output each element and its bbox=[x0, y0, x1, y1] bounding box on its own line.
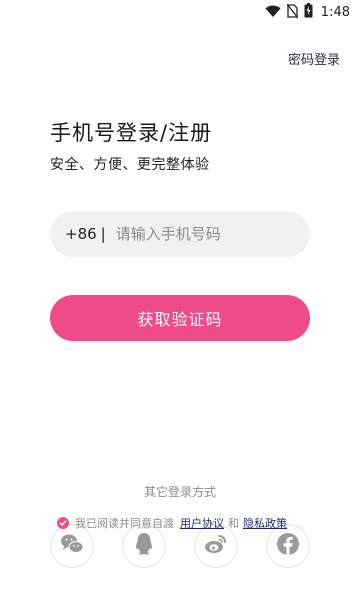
battery-charging-icon bbox=[304, 3, 313, 22]
qq-icon bbox=[134, 532, 154, 560]
agreement-and: 和 bbox=[228, 517, 239, 530]
facebook-icon bbox=[276, 532, 300, 560]
status-bar: 1:48 bbox=[0, 0, 360, 24]
privacy-policy-link[interactable]: 隐私政策 bbox=[243, 515, 287, 531]
get-verification-code-button[interactable]: 获取验证码 bbox=[50, 295, 310, 341]
page-subtitle: 安全、方便、更完整体验 bbox=[50, 157, 210, 173]
agreement-row: 我已阅读并同意自渡 用户协议 和 隐私政策 bbox=[57, 515, 287, 531]
wifi-icon bbox=[265, 3, 281, 22]
user-agreement-link[interactable]: 用户协议 bbox=[180, 515, 224, 531]
agreement-prefix: 我已阅读并同意自渡 bbox=[75, 517, 174, 530]
other-login-label: 其它登录方式 bbox=[143, 485, 216, 499]
country-code-separator: | bbox=[100, 225, 106, 243]
page-title: 手机号登录/注册 bbox=[50, 121, 213, 145]
check-icon bbox=[59, 517, 67, 530]
wechat-icon bbox=[60, 533, 84, 559]
phone-number-input[interactable] bbox=[115, 225, 286, 243]
login-screen: 1:48 密码登录 手机号登录/注册 安全、方便、更完整体验 +86 | 获取验… bbox=[0, 0, 360, 600]
agreement-checkbox[interactable] bbox=[57, 517, 69, 529]
country-code[interactable]: +86 bbox=[65, 225, 97, 243]
phone-input-box[interactable]: +86 | bbox=[50, 211, 310, 257]
status-icons: 1:48 bbox=[265, 3, 350, 22]
password-login-link[interactable]: 密码登录 bbox=[288, 49, 340, 68]
weibo-icon bbox=[204, 533, 228, 559]
status-time: 1:48 bbox=[320, 5, 350, 20]
no-sim-icon bbox=[286, 3, 299, 22]
